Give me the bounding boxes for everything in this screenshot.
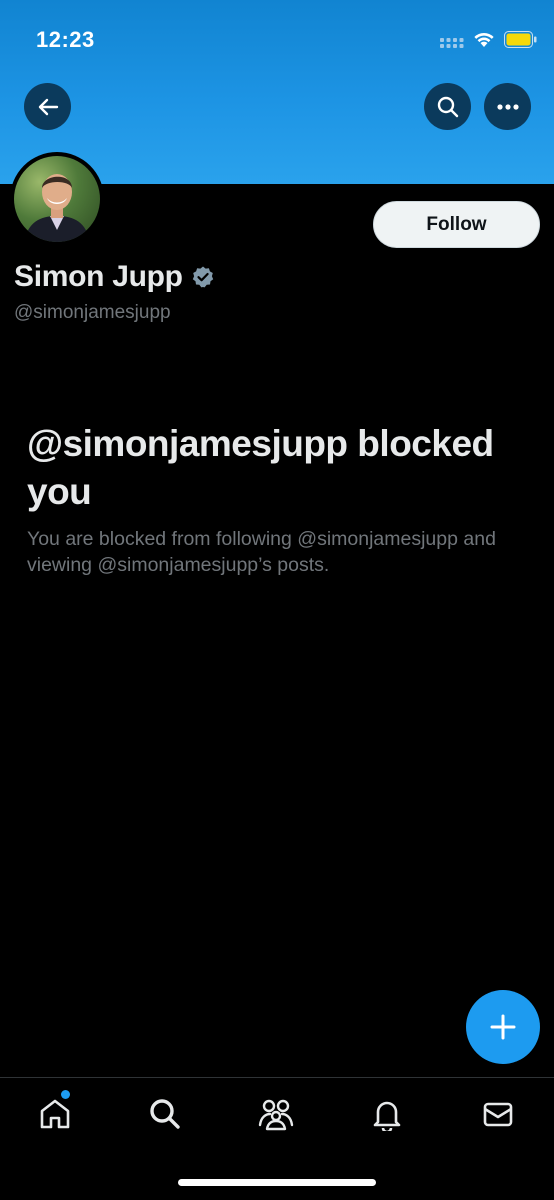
bell-icon — [373, 1101, 401, 1131]
follow-button[interactable]: Follow — [373, 201, 540, 248]
tab-communities[interactable] — [256, 1094, 296, 1134]
home-icon — [40, 1099, 70, 1129]
communities-icon — [258, 1099, 294, 1131]
arrow-left-icon — [38, 98, 58, 115]
search-icon — [437, 96, 458, 117]
plus-icon — [490, 1014, 516, 1040]
display-name: Simon Jupp — [14, 260, 183, 293]
avatar[interactable] — [10, 152, 104, 246]
avatar-photo — [14, 156, 100, 242]
search-icon — [150, 1099, 180, 1129]
ellipsis-icon — [496, 103, 519, 110]
wifi-icon — [474, 32, 494, 47]
tab-notifications[interactable] — [367, 1094, 407, 1134]
tab-search[interactable] — [145, 1094, 185, 1134]
status-bar: 12:23 — [0, 0, 554, 80]
status-time: 12:23 — [36, 27, 95, 52]
blocked-title: @simonjamesjupp blocked you — [27, 423, 494, 512]
profile-handle: @simonjamesjupp — [14, 302, 171, 323]
blocked-description: You are blocked from following @simonjam… — [27, 528, 496, 576]
search-button[interactable] — [424, 83, 471, 130]
back-button[interactable] — [24, 83, 71, 130]
display-name-row: Simon Jupp — [14, 260, 215, 294]
cellular-signal-icon — [440, 38, 464, 48]
envelope-icon — [483, 1102, 513, 1127]
home-indicator — [178, 1179, 376, 1186]
tab-home[interactable] — [35, 1094, 75, 1134]
verified-badge-icon[interactable] — [191, 265, 215, 289]
more-options-button[interactable] — [484, 83, 531, 130]
compose-post-button[interactable] — [466, 990, 540, 1064]
tab-messages[interactable] — [478, 1094, 518, 1134]
home-notification-dot — [61, 1090, 70, 1099]
battery-icon — [504, 31, 537, 48]
